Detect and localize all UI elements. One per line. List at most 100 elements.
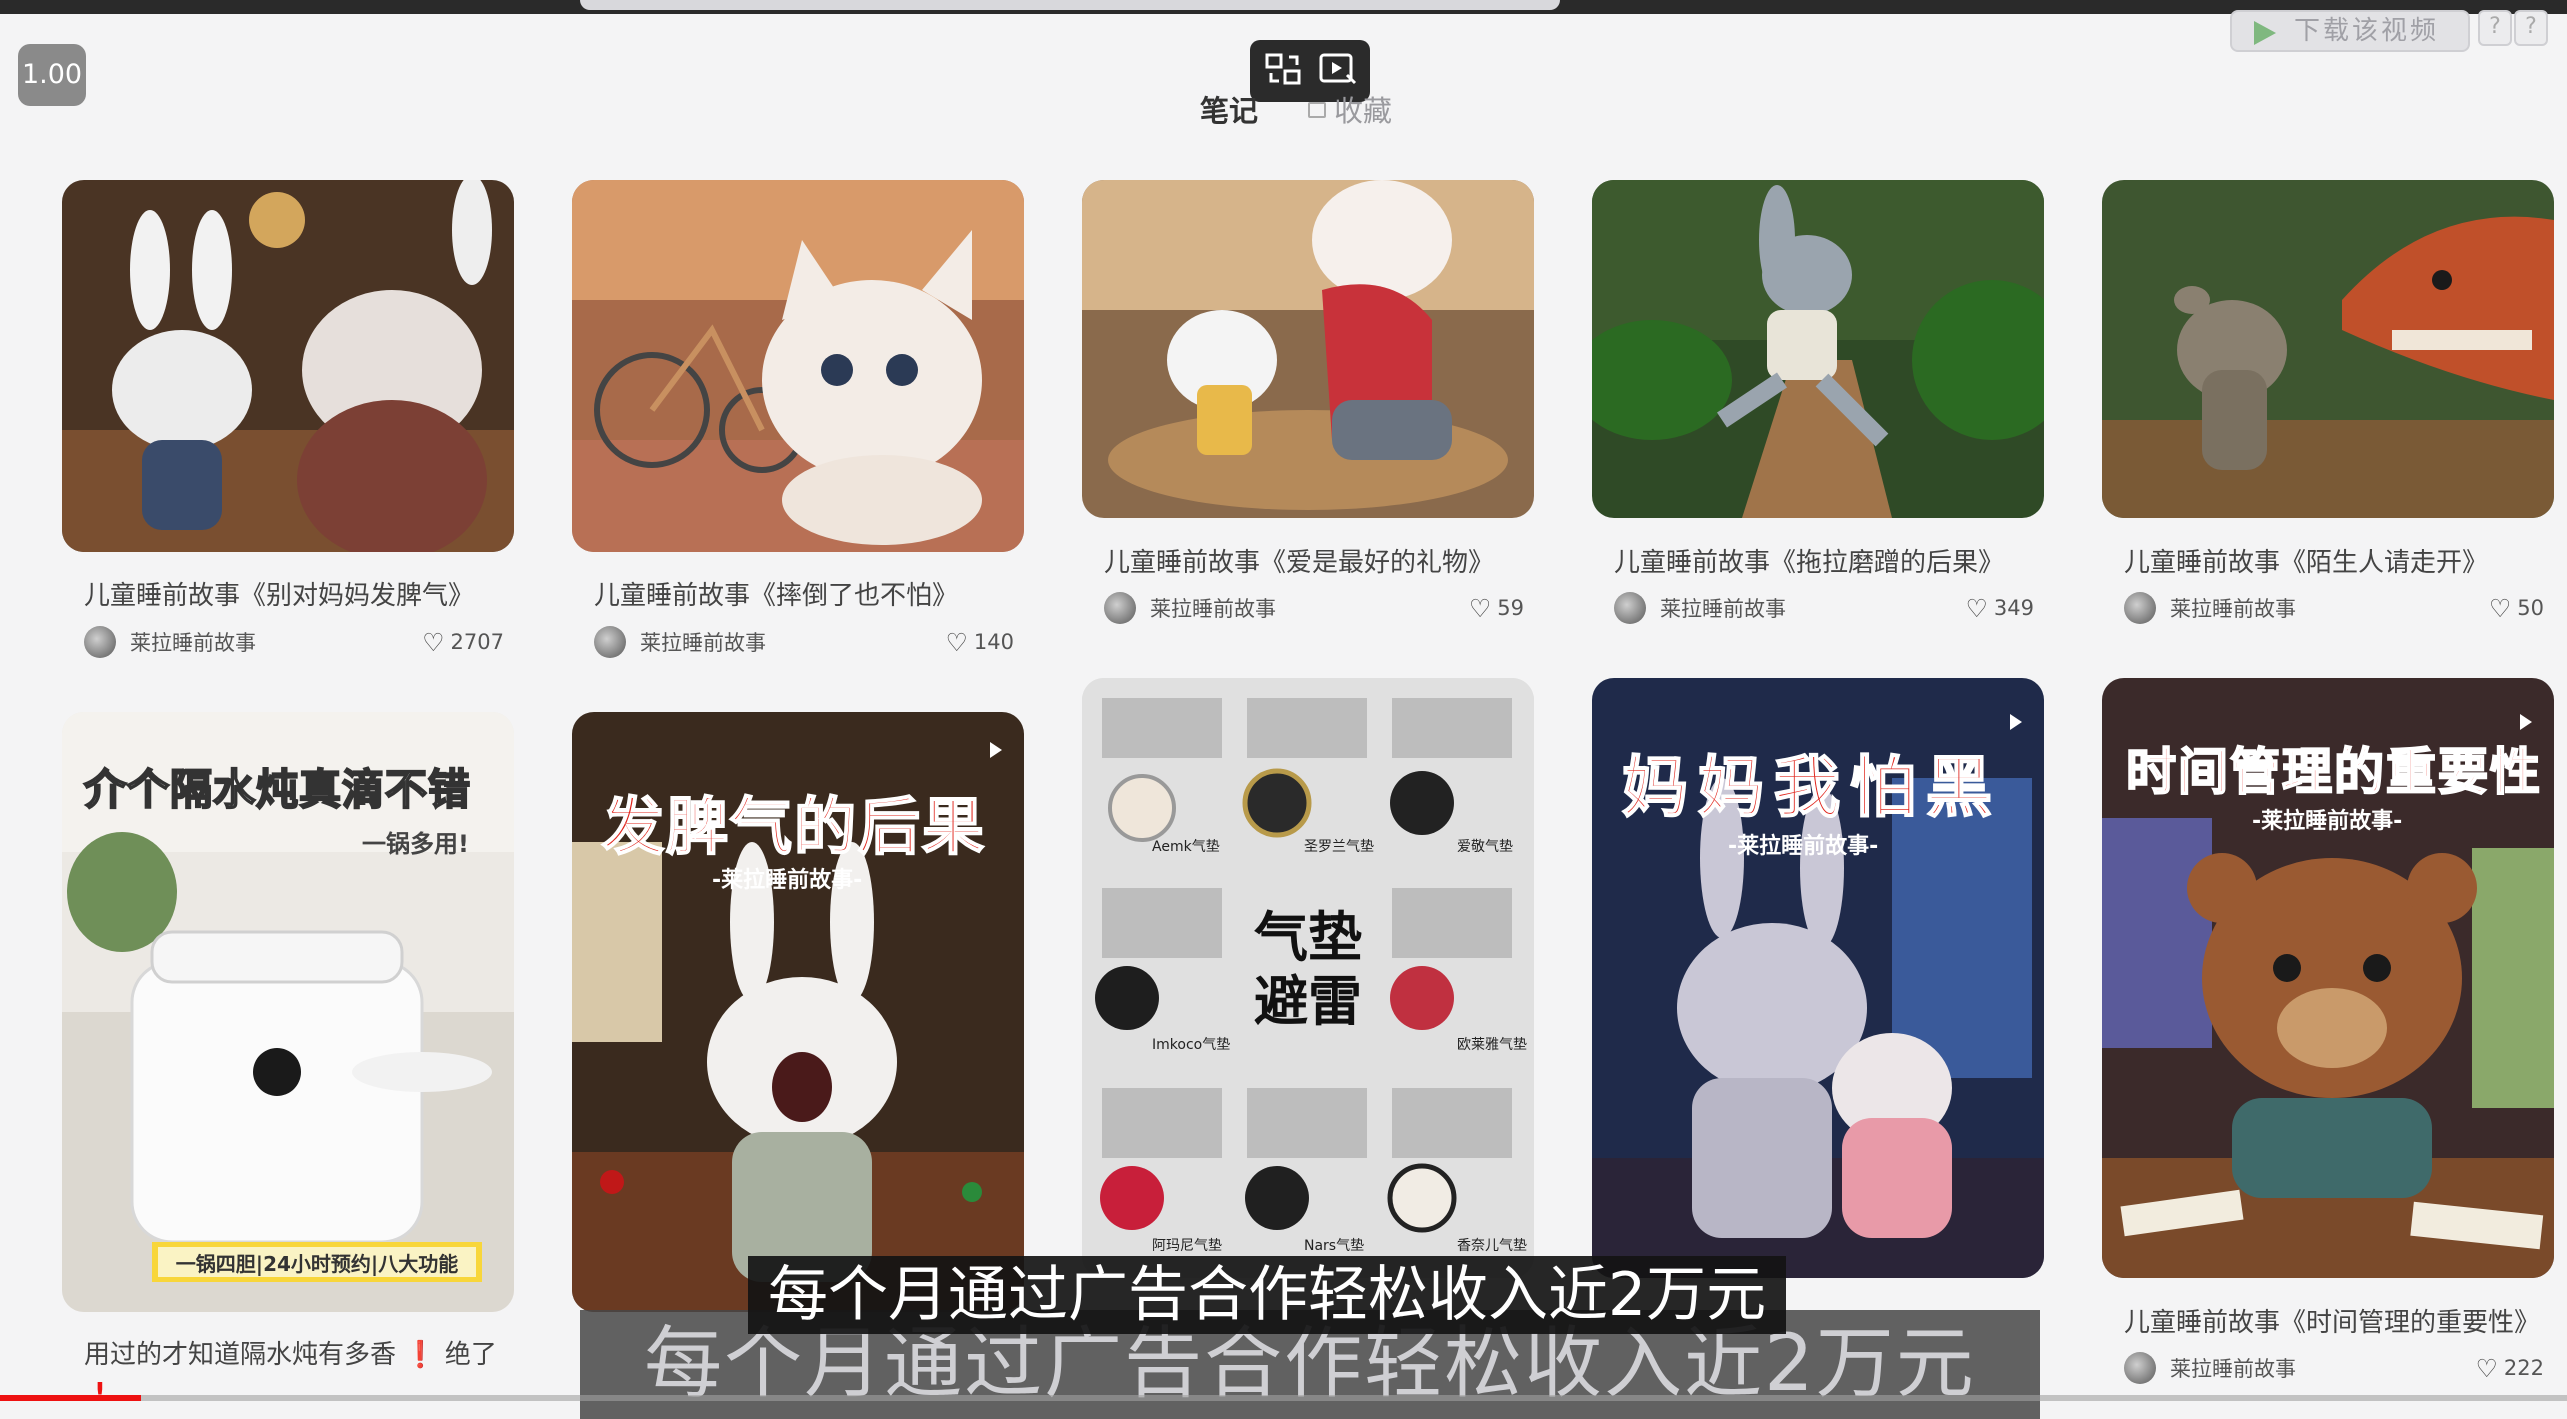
card-meta: 莱拉睡前故事 ♡ 2707 [84, 625, 504, 659]
video-play-icon [2520, 714, 2532, 730]
card-image [572, 180, 1024, 552]
playback-speed-indicator[interactable]: 1.00 [18, 44, 86, 106]
card-author[interactable]: 莱拉睡前故事 [2170, 593, 2489, 623]
video-play-icon [990, 742, 1002, 758]
tab-notes[interactable]: 笔记 [1200, 88, 1258, 130]
card-title-text: 用过的才知道隔水炖有多香 [84, 1340, 397, 1370]
progress-marker-icon: ! [94, 1378, 106, 1408]
like-count: 140 [973, 630, 1014, 654]
heart-icon[interactable]: ♡ [945, 628, 967, 657]
poster-subtitle: 一锅多用! [362, 830, 469, 858]
picture-in-picture-icon[interactable] [1317, 49, 1357, 93]
note-card[interactable]: 儿童睡前故事《摔倒了也不怕》 莱拉睡前故事 ♡ 140 [572, 180, 1024, 660]
like-count: 222 [2503, 1356, 2544, 1380]
card-image: 发脾气的后果 -莱拉睡前故事- [572, 712, 1024, 1312]
poster-title-line2: 避雷 [1254, 970, 1362, 1033]
card-author[interactable]: 莱拉睡前故事 [640, 627, 945, 657]
card-title[interactable]: 儿童睡前故事《时间管理的重要性》 [2124, 1302, 2540, 1339]
product-label: 欧莱雅气垫 [1457, 1037, 1527, 1053]
poster-title: 发脾气的后果 [601, 789, 987, 864]
card-title-suffix: 绝了 [444, 1340, 497, 1370]
like-count: 59 [1497, 596, 1524, 620]
product-label: Nars气垫 [1304, 1238, 1365, 1254]
product-label: 圣罗兰气垫 [1304, 839, 1374, 855]
note-card[interactable]: 儿童睡前故事《爱是最好的礼物》 莱拉睡前故事 ♡ 59 [1082, 180, 1534, 630]
product-label: 阿玛尼气垫 [1152, 1238, 1222, 1254]
card-image [1082, 180, 1534, 518]
video-progress-fill[interactable] [0, 1395, 142, 1401]
heart-icon[interactable]: ♡ [1469, 594, 1491, 623]
product-label: 爱敬气垫 [1457, 839, 1513, 855]
card-meta: 莱拉睡前故事 ♡ 222 [2124, 1351, 2544, 1385]
note-card[interactable]: 儿童睡前故事《拖拉磨蹭的后果》 莱拉睡前故事 ♡ 349 [1592, 180, 2044, 630]
card-title[interactable]: 儿童睡前故事《陌生人请走开》 [2124, 542, 2488, 579]
card-author[interactable]: 莱拉睡前故事 [130, 627, 422, 657]
card-title[interactable]: 儿童睡前故事《别对妈妈发脾气》 [84, 575, 474, 612]
poster-subtitle: -莱拉睡前故事- [712, 868, 863, 893]
like-count: 2707 [450, 630, 504, 654]
avatar[interactable] [2124, 1352, 2156, 1384]
product-label: 香奈儿气垫 [1457, 1238, 1527, 1254]
card-image [62, 180, 514, 552]
product-label: Aemk气垫 [1152, 839, 1220, 855]
note-card[interactable]: 时间管理的重要性 -莱拉睡前故事- 儿童睡前故事《时间管理的重要性》 莱拉睡前故… [2102, 678, 2554, 1393]
exit-fullscreen-icon[interactable] [1263, 49, 1303, 93]
heart-icon[interactable]: ♡ [422, 628, 444, 657]
like-count: 349 [1993, 596, 2034, 620]
product-label: Imkoco气垫 [1152, 1037, 1231, 1053]
download-label: 下载该视频 [2294, 16, 2440, 46]
avatar[interactable] [2124, 592, 2156, 624]
card-author[interactable]: 莱拉睡前故事 [2170, 1353, 2475, 1383]
heart-icon[interactable]: ♡ [2489, 594, 2511, 623]
poster-title: 妈妈我怕黑 [1621, 748, 2002, 827]
note-card[interactable]: 儿童睡前故事《陌生人请走开》 莱拉睡前故事 ♡ 50 [2102, 180, 2554, 630]
video-progress-track[interactable] [0, 1395, 2567, 1401]
avatar[interactable] [1614, 592, 1646, 624]
help-button-secondary[interactable]: ? [2514, 10, 2548, 46]
avatar[interactable] [1104, 592, 1136, 624]
heart-icon[interactable]: ♡ [2475, 1354, 2497, 1383]
video-play-icon [2010, 714, 2022, 730]
play-icon [2254, 21, 2276, 45]
card-meta: 莱拉睡前故事 ♡ 50 [2124, 591, 2544, 625]
poster-title: 时间管理的重要性 [2125, 742, 2542, 802]
card-author[interactable]: 莱拉睡前故事 [1660, 593, 1965, 623]
note-card[interactable]: 发脾气的后果 -莱拉睡前故事- [572, 712, 1024, 1312]
like-count: 50 [2517, 596, 2544, 620]
card-meta: 莱拉睡前故事 ♡ 59 [1104, 591, 1524, 625]
poster-subtitle: -莱拉睡前故事- [1728, 834, 1879, 859]
note-card[interactable]: 妈妈我怕黑 -莱拉睡前故事- [1592, 678, 2044, 1290]
download-video-button[interactable]: 下载该视频 [2230, 10, 2470, 52]
poster-title: 气垫 避雷 [1254, 906, 1362, 1034]
note-card[interactable]: 儿童睡前故事《别对妈妈发脾气》 莱拉睡前故事 ♡ 2707 [62, 180, 514, 660]
card-title[interactable]: 儿童睡前故事《摔倒了也不怕》 [594, 575, 958, 612]
card-title[interactable]: 儿童睡前故事《爱是最好的礼物》 [1104, 542, 1494, 579]
lock-icon [1308, 102, 1327, 118]
avatar[interactable] [84, 626, 116, 658]
poster-subtitle: -莱拉睡前故事- [2252, 809, 2403, 834]
poster-title: 介个隔水炖真滴不错 [83, 764, 472, 815]
note-card[interactable]: 介个隔水炖真滴不错 一锅多用! 一锅四胆|24小时预约|八大功能 用过的才知道隔… [62, 712, 514, 1372]
card-image: 气垫 避雷 Aemk气垫 圣罗兰气垫 爱敬气垫 Imkoco气垫 欧莱雅气垫 阿… [1082, 678, 1534, 1278]
exclamation-icon: ❗ [404, 1340, 437, 1370]
tab-favorites[interactable]: 收藏 [1308, 88, 1392, 130]
avatar[interactable] [594, 626, 626, 658]
profile-tabs: 笔记 收藏 [1200, 88, 1392, 130]
card-image [1592, 180, 2044, 518]
help-button[interactable]: ? [2478, 10, 2512, 46]
card-author[interactable]: 莱拉睡前故事 [1150, 593, 1469, 623]
poster-feature-bar: 一锅四胆|24小时预约|八大功能 [175, 1252, 459, 1276]
poster-title-line1: 气垫 [1254, 906, 1362, 969]
note-card[interactable]: 气垫 避雷 Aemk气垫 圣罗兰气垫 爱敬气垫 Imkoco气垫 欧莱雅气垫 阿… [1082, 678, 1534, 1312]
browser-top-edge [0, 0, 2567, 14]
card-title[interactable]: 儿童睡前故事《拖拉磨蹭的后果》 [1614, 542, 2004, 579]
card-image: 妈妈我怕黑 -莱拉睡前故事- [1592, 678, 2044, 1278]
tab-favorites-label: 收藏 [1334, 94, 1393, 128]
card-title[interactable]: 用过的才知道隔水炖有多香 ❗ 绝了 [84, 1334, 497, 1371]
card-image: 时间管理的重要性 -莱拉睡前故事- [2102, 678, 2554, 1278]
heart-icon[interactable]: ♡ [1965, 594, 1987, 623]
card-meta: 莱拉睡前故事 ♡ 140 [594, 625, 1014, 659]
previous-frame-edge [580, 0, 1560, 10]
card-image [2102, 180, 2554, 518]
card-meta: 莱拉睡前故事 ♡ 349 [1614, 591, 2034, 625]
